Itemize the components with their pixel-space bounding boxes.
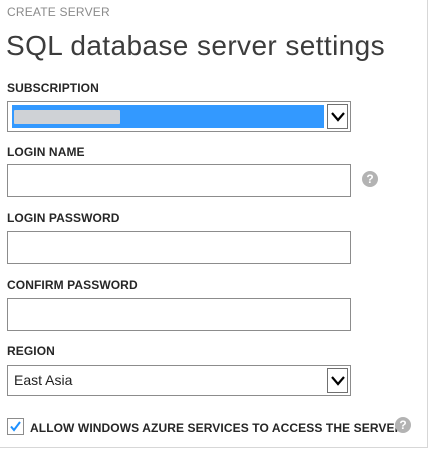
help-icon[interactable]: ? xyxy=(362,171,378,187)
allow-azure-services-label[interactable]: ALLOW WINDOWS AZURE SERVICES TO ACCESS T… xyxy=(30,421,407,435)
subscription-dropdown-button[interactable] xyxy=(327,104,348,129)
login-password-input[interactable] xyxy=(7,231,351,264)
chevron-down-icon xyxy=(331,112,345,122)
region-selected-value: East Asia xyxy=(14,372,73,388)
login-name-label: LOGIN NAME xyxy=(7,145,85,159)
login-name-input[interactable] xyxy=(7,164,351,197)
dialog-kicker: CREATE SERVER xyxy=(7,5,110,19)
login-password-label: LOGIN PASSWORD xyxy=(7,211,120,225)
subscription-selected-value xyxy=(12,105,324,128)
allow-azure-services-checkbox[interactable] xyxy=(7,418,24,435)
chevron-down-icon xyxy=(331,376,345,386)
checkmark-icon xyxy=(10,421,21,432)
help-icon[interactable]: ? xyxy=(395,417,411,433)
subscription-label: SUBSCRIPTION xyxy=(7,81,99,95)
subscription-select[interactable] xyxy=(7,101,351,132)
region-label: REGION xyxy=(7,344,55,358)
subscription-value-redacted xyxy=(14,110,120,124)
confirm-password-input[interactable] xyxy=(7,298,351,331)
dialog-panel: CREATE SERVER SQL database server settin… xyxy=(0,0,428,448)
region-select[interactable]: East Asia xyxy=(7,365,351,396)
page-title: SQL database server settings xyxy=(6,30,386,61)
region-dropdown-button[interactable] xyxy=(327,368,348,393)
confirm-password-label: CONFIRM PASSWORD xyxy=(7,278,138,292)
